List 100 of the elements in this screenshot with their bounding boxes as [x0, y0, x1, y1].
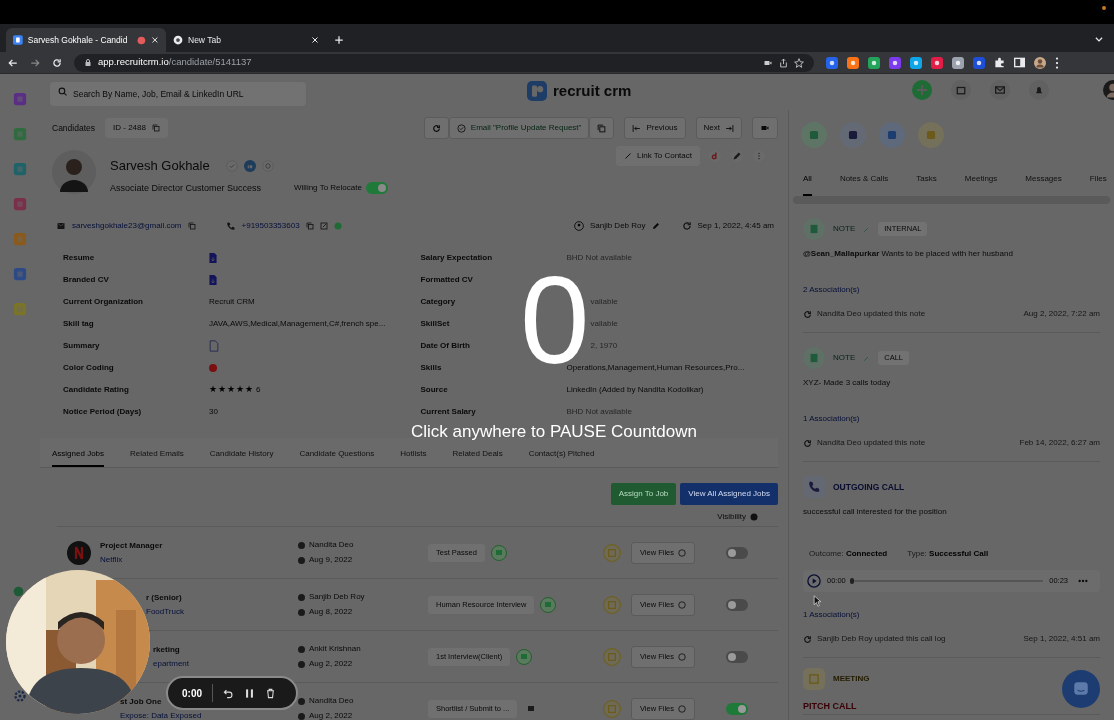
visibility-toggle[interactable]: [725, 702, 748, 715]
assignee-name: Nandita Deo: [309, 695, 354, 707]
star-icon[interactable]: [794, 57, 804, 68]
external-icon[interactable]: [319, 222, 328, 230]
associations-link[interactable]: 1 Association(s): [803, 609, 860, 621]
field-value: Recruit CRM: [209, 296, 255, 308]
file-icon[interactable]: [209, 275, 217, 285]
section-tab[interactable]: Candidate Questions: [299, 438, 375, 467]
share-icon[interactable]: [779, 57, 788, 68]
forward-icon[interactable]: [30, 57, 40, 68]
previous-button[interactable]: Previous: [624, 117, 686, 139]
close-icon[interactable]: [311, 36, 319, 44]
history-icon: [803, 438, 812, 448]
link-icon: [624, 152, 632, 160]
company-link[interactable]: Expose: Data Exposed: [120, 709, 202, 720]
field-label: Category: [420, 296, 457, 308]
copy-button[interactable]: [589, 117, 615, 139]
profile-avatar-icon[interactable]: [1034, 56, 1046, 69]
breadcrumb-link[interactable]: Candidates: [52, 121, 95, 135]
assignee-name: Ankit Krishnan: [309, 643, 361, 655]
puzzle-icon[interactable]: [994, 57, 1005, 68]
company-link[interactable]: epartment: [153, 657, 190, 670]
section-tab[interactable]: Related Emails: [130, 438, 184, 467]
activity-tab[interactable]: Meetings: [964, 164, 998, 196]
meeting-title: PITCH CALL: [803, 700, 857, 713]
activity-tab[interactable]: Notes & Calls: [839, 164, 889, 196]
mail-icon[interactable]: [990, 80, 1010, 100]
activity-tab[interactable]: Messages: [1025, 164, 1062, 196]
assign-job-button[interactable]: Assign To Job: [610, 483, 677, 505]
edit-icon[interactable]: [651, 222, 660, 230]
play-icon[interactable]: [807, 574, 821, 588]
extension-icon[interactable]: [952, 56, 964, 69]
extension-icon[interactable]: [826, 56, 838, 69]
pause-icon[interactable]: [244, 687, 255, 699]
settings-icon[interactable]: [14, 690, 26, 702]
section-tab[interactable]: Assigned Jobs: [52, 438, 105, 467]
reload-icon[interactable]: [52, 57, 62, 68]
activity-tab[interactable]: Files: [1089, 164, 1107, 196]
section-tab[interactable]: Candidate History: [209, 438, 274, 467]
candidate-avatar-icon: [52, 150, 96, 194]
extension-icon[interactable]: [931, 56, 943, 69]
chevron-down-icon[interactable]: [1094, 34, 1104, 44]
view-jobs-button[interactable]: View All Assigned Jobs: [680, 483, 778, 505]
candidate-title: Associate Director Customer Success: [110, 181, 263, 195]
file-icon[interactable]: [209, 253, 217, 263]
email-link[interactable]: sarveshgokhale23@gmail.com: [72, 220, 182, 232]
phone-link[interactable]: +919503353603: [241, 220, 300, 232]
globe-icon[interactable]: [261, 159, 274, 172]
copy-icon[interactable]: [305, 222, 314, 230]
undo-icon[interactable]: [223, 687, 234, 699]
visibility-toggle[interactable]: [725, 546, 748, 559]
more-icon[interactable]: [1055, 56, 1059, 69]
linkedin-icon[interactable]: [243, 159, 256, 172]
visibility-toggle[interactable]: [725, 650, 748, 663]
entry-date: Aug 2, 2022, 7:22 am: [1023, 308, 1100, 320]
field-label: Resume: [63, 252, 96, 264]
refresh-button[interactable]: [423, 117, 449, 139]
copy-icon[interactable]: [151, 124, 160, 132]
extension-icon[interactable]: [973, 56, 985, 69]
company-link[interactable]: FoodTruck: [146, 605, 184, 618]
document-icon[interactable]: [209, 340, 219, 352]
visibility-toggle[interactable]: [725, 598, 748, 611]
extension-icon[interactable]: [847, 56, 859, 69]
address-bar[interactable]: app.recruitcrm.io/candidate/5141137: [74, 53, 814, 72]
extension-icon[interactable]: [889, 56, 901, 69]
search-field[interactable]: Search By Name, Job, Email & LinkedIn URL: [50, 82, 306, 106]
next-button[interactable]: Next: [695, 117, 742, 139]
bell-icon[interactable]: [1029, 80, 1049, 100]
camera-icon[interactable]: [763, 58, 773, 67]
copy-icon[interactable]: [187, 222, 196, 230]
link-contact-button[interactable]: Link To Contact: [616, 146, 700, 166]
delete-icon[interactable]: [265, 687, 276, 699]
tab-title: New Tab: [188, 33, 221, 47]
side-panel-icon[interactable]: [1014, 57, 1025, 68]
field-label: Salary Expectation: [420, 252, 494, 264]
video-button[interactable]: [752, 117, 778, 139]
extension-icon[interactable]: [868, 56, 880, 69]
email-request-button[interactable]: Email "Profile Update Request": [448, 117, 590, 139]
audio-playhead[interactable]: [849, 578, 854, 584]
relocate-toggle[interactable]: [365, 182, 388, 195]
next-icon: [725, 123, 734, 133]
activity-tab[interactable]: Tasks: [916, 164, 937, 196]
close-icon[interactable]: [151, 36, 159, 44]
record-id: ID - 2488: [113, 122, 146, 134]
browser-tab[interactable]: New Tab: [166, 28, 326, 52]
nav-icon[interactable]: [13, 92, 27, 106]
note-icon: [803, 347, 825, 369]
extension-icon[interactable]: [910, 56, 922, 69]
chat-button[interactable]: [1062, 670, 1100, 708]
field-label: Current Salary: [420, 406, 477, 418]
browser-tab[interactable]: Sarvesh Gokhale - Candid: [6, 28, 166, 52]
field-label: Skill tag: [63, 318, 95, 330]
associations-link[interactable]: 2 Association(s): [803, 284, 860, 296]
company-link[interactable]: Netflix: [100, 553, 123, 566]
back-icon[interactable]: [8, 57, 18, 68]
section-tab[interactable]: Contact(s) Pitched: [528, 438, 595, 467]
section-tab[interactable]: Hotlists: [400, 438, 427, 467]
associations-link[interactable]: 1 Association(s): [803, 413, 860, 425]
star-rating: ★★★★★: [209, 383, 253, 397]
new-tab-icon[interactable]: [334, 35, 344, 45]
